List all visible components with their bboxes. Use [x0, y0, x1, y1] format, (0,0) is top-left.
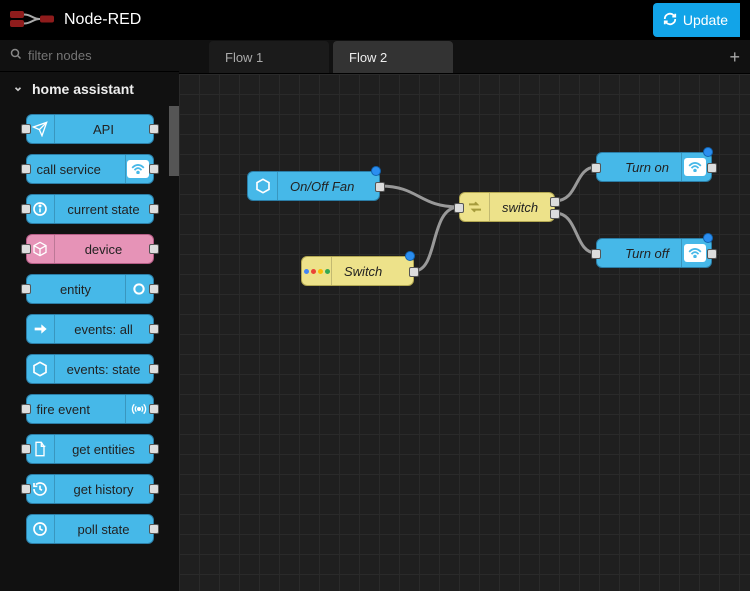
add-tab-button[interactable]: + [719, 41, 750, 73]
app-header: Node-RED Update [0, 0, 750, 40]
palette-node-label: get history [55, 482, 153, 497]
palette-scrollbar[interactable] [169, 106, 179, 176]
palette-node-device[interactable]: device [26, 234, 154, 264]
output-port[interactable] [550, 197, 560, 207]
arrow-right-icon [27, 315, 55, 343]
chevron-down-icon [12, 84, 24, 94]
input-port[interactable] [591, 163, 601, 173]
palette-node-label: device [55, 242, 153, 257]
palette-node-label: poll state [55, 522, 153, 537]
switch-icon [460, 193, 490, 221]
plus-icon: + [729, 47, 740, 68]
output-port[interactable] [550, 209, 560, 219]
input-port[interactable] [21, 284, 31, 294]
node-red-logo-icon [10, 9, 54, 32]
flow-node-label: Turn off [597, 246, 681, 261]
output-port[interactable] [149, 284, 159, 294]
flow-node-turn-off[interactable]: Turn off [596, 238, 712, 268]
paper-plane-icon [27, 115, 55, 143]
output-port[interactable] [149, 524, 159, 534]
palette-node-get-history[interactable]: get history [26, 474, 154, 504]
status-dot-icon [703, 147, 713, 157]
document-icon [27, 435, 55, 463]
output-port[interactable] [149, 484, 159, 494]
input-port[interactable] [21, 204, 31, 214]
flow-node-switch[interactable]: switch [459, 192, 555, 222]
palette-node-label: fire event [27, 402, 125, 417]
status-dot-icon [371, 166, 381, 176]
status-dot-icon [703, 233, 713, 243]
cube-icon [27, 235, 55, 263]
output-port[interactable] [375, 182, 385, 192]
flow-canvas[interactable]: On/Off Fan Switch [179, 74, 750, 591]
flow-node-label: On/Off Fan [278, 179, 379, 194]
palette-node-get-entities[interactable]: get entities [26, 434, 154, 464]
palette-node-entity[interactable]: entity [26, 274, 154, 304]
hexagon-icon [27, 355, 55, 383]
flow-node-turn-on[interactable]: Turn on [596, 152, 712, 182]
palette-node-events-state[interactable]: events: state [26, 354, 154, 384]
input-port[interactable] [21, 404, 31, 414]
palette-node-api[interactable]: API [26, 114, 154, 144]
input-port[interactable] [591, 249, 601, 259]
input-port[interactable] [21, 124, 31, 134]
tab-label: Flow 2 [349, 50, 387, 65]
tab-flow-1[interactable]: Flow 1 [209, 41, 329, 73]
output-port[interactable] [149, 164, 159, 174]
history-icon [27, 475, 55, 503]
input-port[interactable] [454, 203, 464, 213]
input-port[interactable] [21, 484, 31, 494]
palette-node-label: API [55, 122, 153, 137]
palette-node-label: entity [27, 282, 125, 297]
refresh-icon [663, 12, 677, 29]
output-port[interactable] [149, 204, 159, 214]
tab-bar: Flow 1 Flow 2 + [179, 40, 750, 74]
palette-node-call-service[interactable]: call service [26, 154, 154, 184]
output-port[interactable] [149, 404, 159, 414]
flow-node-label: Turn on [597, 160, 681, 175]
output-port[interactable] [149, 324, 159, 334]
workspace: Flow 1 Flow 2 + On/Off Fan [179, 40, 750, 591]
palette-node-label: events: state [55, 362, 153, 377]
status-dot-icon [405, 251, 415, 261]
output-port[interactable] [149, 124, 159, 134]
filter-nodes-input[interactable] [28, 48, 204, 63]
flow-node-onoff-fan[interactable]: On/Off Fan [247, 171, 380, 201]
input-port[interactable] [21, 244, 31, 254]
tab-label: Flow 1 [225, 50, 263, 65]
output-port[interactable] [149, 444, 159, 454]
google-assistant-icon [302, 257, 332, 285]
palette-node-fire-event[interactable]: fire event [26, 394, 154, 424]
output-port[interactable] [149, 364, 159, 374]
palette-node-label: current state [55, 202, 153, 217]
flow-node-ga-switch[interactable]: Switch [301, 256, 414, 286]
palette-node-current-state[interactable]: current state [26, 194, 154, 224]
search-icon [10, 48, 22, 63]
palette-list: API call service [0, 106, 179, 556]
app-title: Node-RED [64, 11, 141, 29]
filter-row [0, 40, 179, 72]
output-port[interactable] [707, 249, 717, 259]
category-home-assistant[interactable]: home assistant [0, 72, 179, 106]
flow-node-label: Switch [332, 264, 413, 279]
palette-node-label: call service [27, 162, 125, 177]
output-port[interactable] [409, 267, 419, 277]
flow-node-label: switch [490, 200, 554, 215]
info-icon [27, 195, 55, 223]
palette-node-label: get entities [55, 442, 153, 457]
update-button[interactable]: Update [653, 3, 740, 37]
palette-sidebar: home assistant API c [0, 40, 179, 591]
input-port[interactable] [21, 164, 31, 174]
input-port[interactable] [21, 444, 31, 454]
output-port[interactable] [707, 163, 717, 173]
app-logo: Node-RED [10, 9, 141, 32]
palette-node-poll-state[interactable]: poll state [26, 514, 154, 544]
clock-icon [27, 515, 55, 543]
palette-node-events-all[interactable]: events: all [26, 314, 154, 344]
palette-node-label: events: all [55, 322, 153, 337]
hexagon-icon [248, 172, 278, 200]
tab-flow-2[interactable]: Flow 2 [333, 41, 453, 73]
output-port[interactable] [149, 244, 159, 254]
